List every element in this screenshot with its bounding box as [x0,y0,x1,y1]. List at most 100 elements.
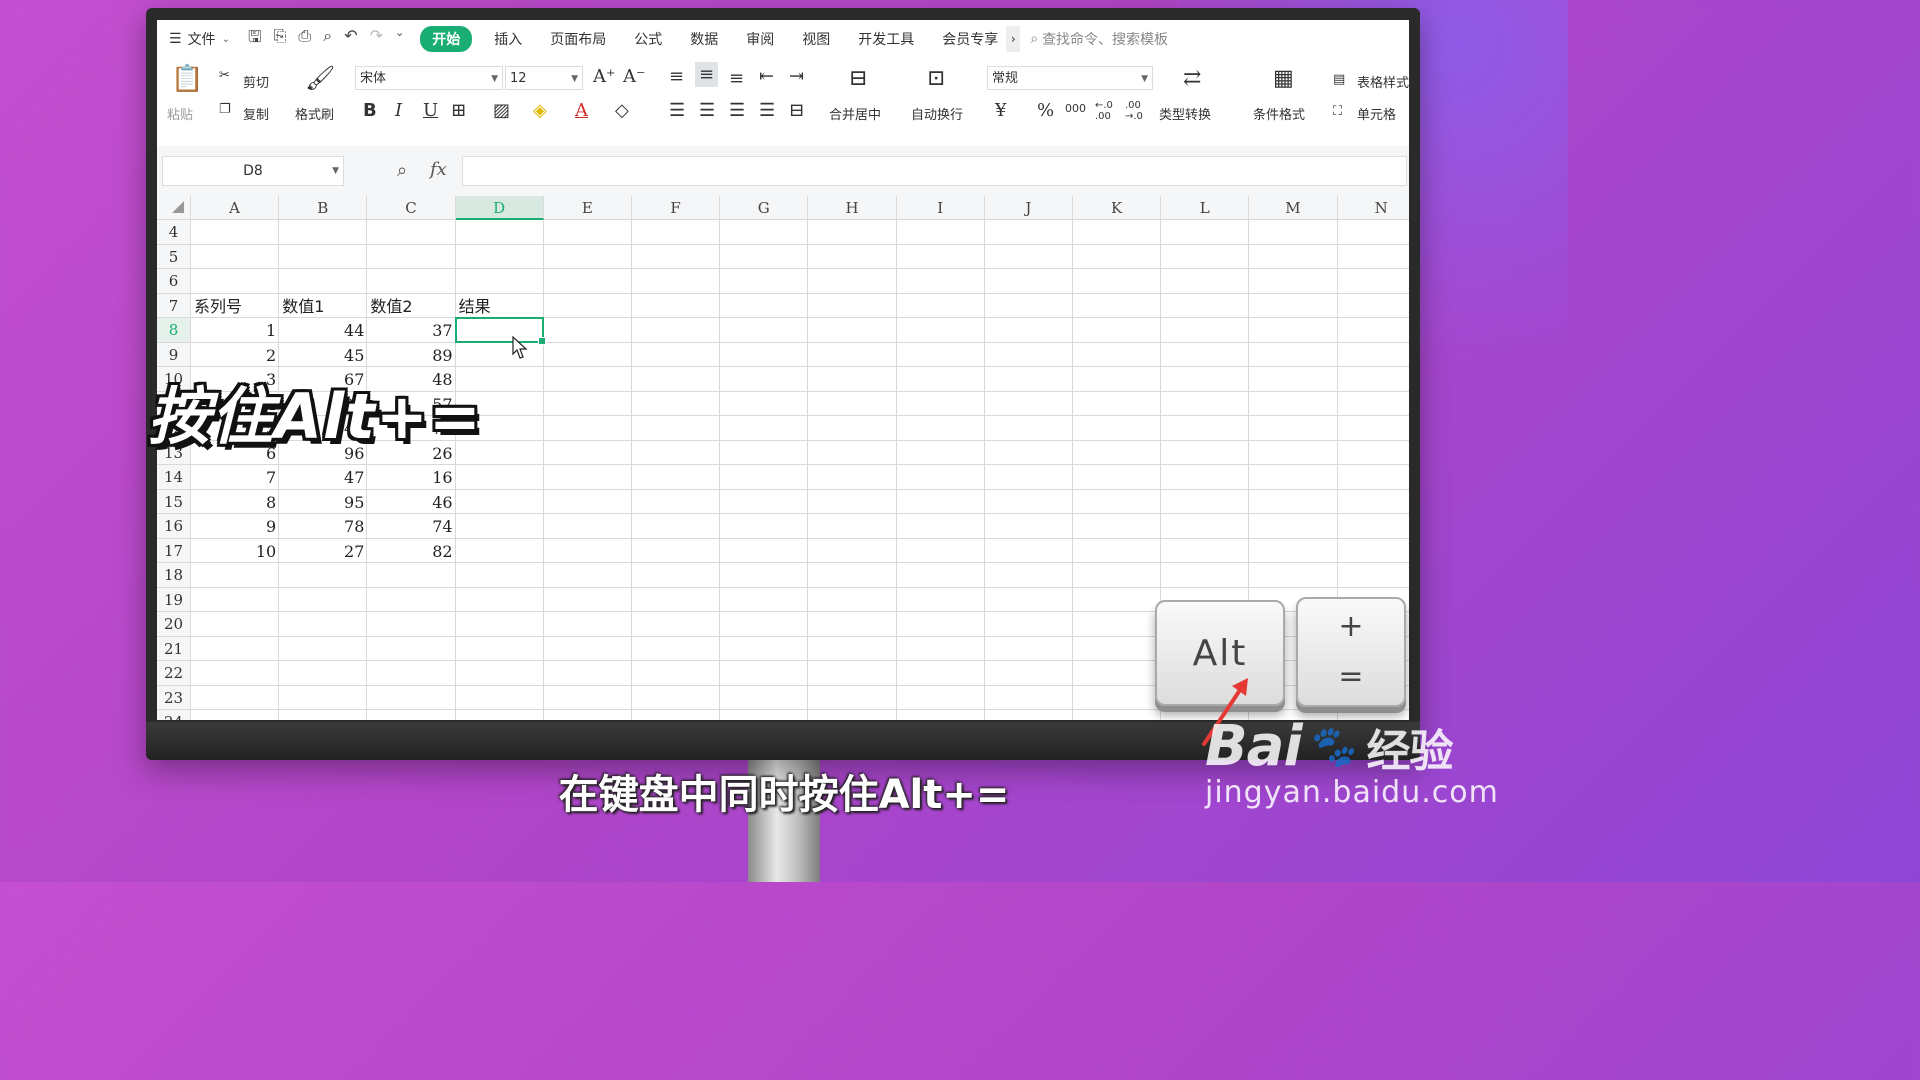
paste-button[interactable]: 粘贴 [167,104,193,123]
data-cell[interactable]: 1 [191,318,279,342]
row-header-22[interactable]: 22 [157,661,191,686]
column-header-g[interactable]: G [720,196,809,220]
increase-font-icon[interactable]: A⁺ [593,66,616,87]
fill-handle[interactable] [537,336,546,345]
conditional-format-button[interactable]: 条件格式 [1253,104,1305,123]
data-cell[interactable]: 47 [279,465,367,489]
number-format-select[interactable]: 常规 ▼ [987,66,1153,90]
more-tabs-button[interactable]: › [1006,26,1021,52]
row-header-24[interactable]: 24 [157,710,191,720]
thousands-separator-button[interactable]: 000 [1065,102,1086,115]
tab-page-layout[interactable]: 页面布局 [536,29,620,49]
align-middle-icon[interactable]: ≡ [695,62,719,87]
formula-input[interactable] [462,156,1407,186]
column-header-b[interactable]: B [279,196,368,220]
row-header-23[interactable]: 23 [157,685,191,710]
row-header-14[interactable]: 14 [157,465,191,490]
font-name-select[interactable]: 宋体 ▼ [355,66,503,90]
cell-style-icon[interactable]: ⛶ [1333,104,1342,119]
column-header-d[interactable]: D [455,196,544,220]
data-cell[interactable]: 82 [367,539,455,563]
decrease-indent-icon[interactable]: ⇤ [759,66,774,87]
tab-data[interactable]: 数据 [676,29,732,49]
row-header-17[interactable]: 17 [157,538,191,563]
distributed-align-icon[interactable]: ⊟ [789,100,804,121]
data-cell[interactable]: 2 [191,343,279,367]
row-header-16[interactable]: 16 [157,514,191,539]
tab-insert[interactable]: 插入 [480,29,536,49]
italic-button[interactable]: I [395,100,402,121]
row-header-8[interactable]: 8 [157,318,191,343]
data-cell[interactable]: 89 [367,343,455,367]
column-header-n[interactable]: N [1337,196,1409,220]
data-cell[interactable]: 45 [279,343,367,367]
undo-icon[interactable]: ↶ [344,26,357,53]
increase-indent-icon[interactable]: ⇥ [789,66,804,87]
insert-function-button[interactable]: fx [430,159,447,180]
column-header-c[interactable]: C [367,196,456,220]
percent-button[interactable]: % [1037,100,1054,121]
table-style-button[interactable]: 表格样式 [1357,72,1409,91]
data-cell[interactable]: 8 [191,490,279,514]
row-header-5[interactable]: 5 [157,244,191,269]
command-search[interactable]: ⌕ 查找命令、搜索模板 [1030,29,1168,49]
select-all-corner[interactable] [157,196,191,220]
print-icon[interactable]: ⎙ [298,26,311,53]
data-cell[interactable]: 74 [367,514,455,538]
column-header-j[interactable]: J [984,196,1073,220]
redo-icon[interactable]: ↷ [370,26,383,53]
data-cell[interactable]: 9 [191,514,279,538]
copy-button[interactable]: 复制 [243,104,269,123]
column-header-e[interactable]: E [543,196,632,220]
type-convert-button[interactable]: 类型转换 [1159,104,1211,123]
copy-icon[interactable]: ❐ [219,102,231,117]
column-header-l[interactable]: L [1161,196,1250,220]
tab-view[interactable]: 视图 [788,29,844,49]
decrease-font-icon[interactable]: A⁻ [623,66,646,87]
header-cell[interactable]: 数值1 [279,294,367,318]
row-header-6[interactable]: 6 [157,269,191,294]
column-header-h[interactable]: H [808,196,897,220]
decrease-decimal-button[interactable]: .00 →.0 [1125,100,1149,122]
align-top-icon[interactable]: ≡ [669,66,684,87]
column-header-m[interactable]: M [1249,196,1338,220]
cell-style-button[interactable]: 单元格 [1357,104,1396,123]
underline-button[interactable]: U [423,100,438,121]
name-box[interactable]: D8 ▼ [162,156,344,186]
conditional-format-icon[interactable]: ▦ [1273,66,1294,91]
data-cell[interactable]: 37 [367,318,455,342]
fill-color-icon[interactable]: ◈ [533,100,547,121]
currency-button[interactable]: ¥ [995,100,1006,121]
tab-formulas[interactable]: 公式 [620,29,676,49]
wrap-text-button[interactable]: 自动换行 [911,104,963,123]
tab-member[interactable]: 会员专享 [928,29,1002,49]
zoom-icon[interactable]: ⌕ [397,160,407,181]
type-convert-icon[interactable]: ⇄ [1183,66,1201,91]
paste-icon[interactable]: 📋 [171,64,203,94]
merge-center-icon[interactable]: ⊟ [849,66,867,91]
header-cell[interactable]: 数值2 [367,294,455,318]
align-right-icon[interactable]: ☰ [729,100,745,121]
selected-cell[interactable] [454,317,546,345]
merge-center-button[interactable]: 合并居中 [829,104,881,123]
column-header-k[interactable]: K [1073,196,1162,220]
cut-icon[interactable]: ✂ [219,68,230,83]
align-left-icon[interactable]: ☰ [669,100,685,121]
data-cell[interactable]: 95 [279,490,367,514]
font-size-select[interactable]: 12 ▼ [505,66,583,90]
column-header-i[interactable]: I [896,196,985,220]
align-bottom-icon[interactable]: ≡ [729,68,744,89]
data-cell[interactable]: 10 [191,539,279,563]
format-painter-icon[interactable]: 🖌 [305,64,335,92]
export-icon[interactable]: ⎘ [274,26,287,53]
data-cell[interactable]: 78 [279,514,367,538]
data-cell[interactable]: 27 [279,539,367,563]
header-cell[interactable]: 系列号 [191,294,279,318]
clear-format-icon[interactable]: ◇ [615,100,629,121]
align-center-icon[interactable]: ☰ [699,100,715,121]
wrap-text-icon[interactable]: ⊡ [927,66,945,91]
data-cell[interactable]: 7 [191,465,279,489]
row-header-4[interactable]: 4 [157,220,191,245]
shading-pattern-icon[interactable]: ▨ [493,100,510,121]
save-icon[interactable]: 🖫 [248,26,262,53]
